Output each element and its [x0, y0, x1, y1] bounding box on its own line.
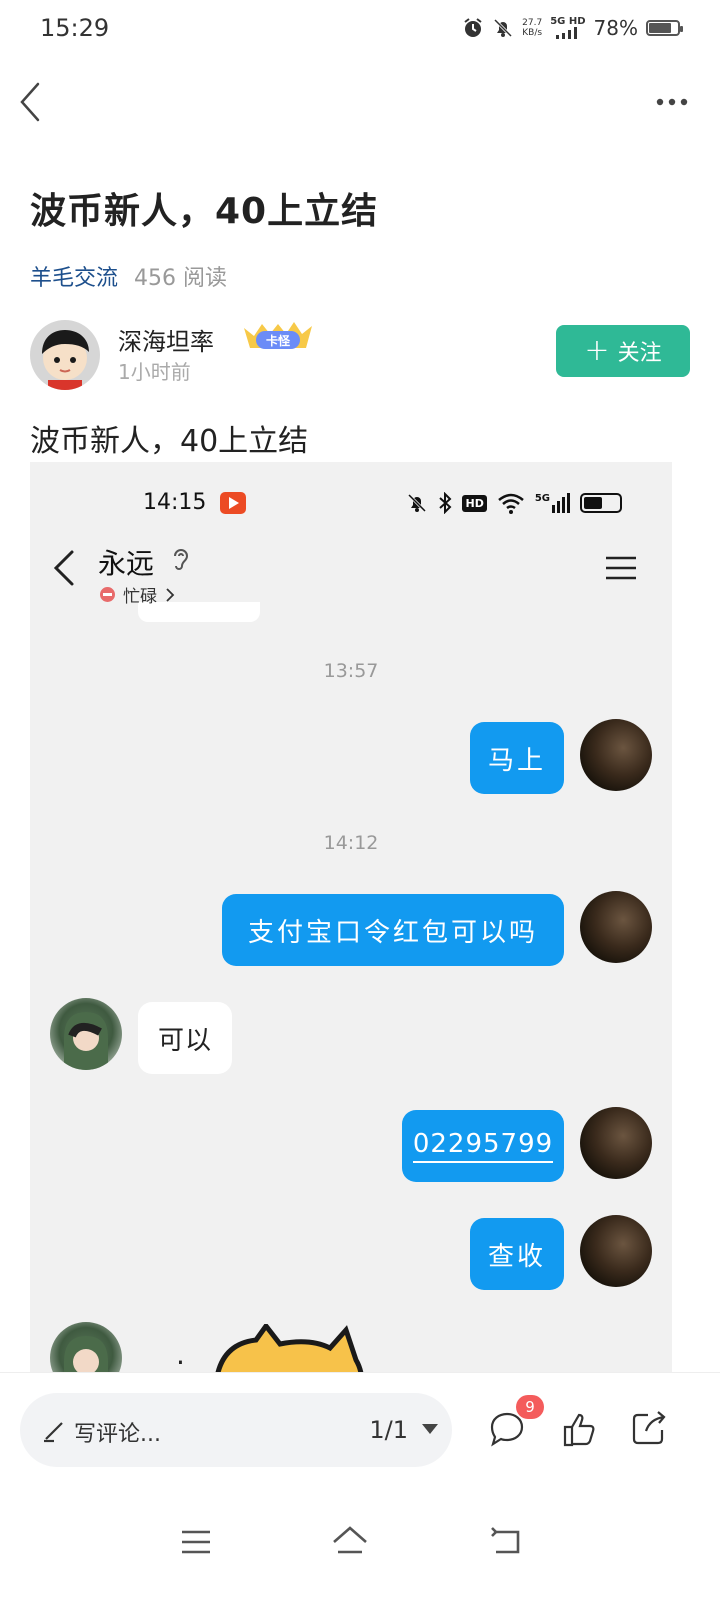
message-bubble: 查收 [470, 1218, 564, 1290]
wifi-icon [498, 493, 524, 514]
status-icons: 27.7 KB/s 5G HD 78% [462, 14, 683, 42]
follow-button[interactable]: + 关注 [556, 325, 690, 377]
article-meta: 羊毛交流 456 阅读 [30, 260, 227, 292]
bluetooth-icon [439, 492, 452, 514]
contact-name: 永远 [98, 547, 155, 580]
read-count: 456 阅读 [134, 266, 228, 291]
ear-icon [174, 549, 189, 570]
shot-signal: 5G [535, 493, 570, 513]
shot-battery-icon [580, 493, 622, 513]
cat-sticker [215, 1324, 364, 1372]
mute-bell-icon [494, 18, 513, 38]
share-icon[interactable] [628, 1409, 668, 1449]
category-link[interactable]: 羊毛交流 [30, 266, 118, 291]
author-avatar[interactable] [30, 320, 100, 390]
back-icon[interactable] [14, 80, 54, 124]
system-nav-bar [0, 1482, 720, 1612]
alarm-icon [464, 18, 482, 37]
message-bubble: 可以 [138, 1002, 232, 1074]
comment-placeholder: 写评论... [74, 1422, 161, 1447]
like-icon[interactable] [560, 1409, 600, 1449]
shot-hd-label: HD [462, 494, 487, 512]
page-indicator[interactable]: 1/1 [369, 1416, 408, 1444]
chevron-down-icon[interactable] [422, 1424, 438, 1434]
author-name[interactable]: 深海坦率 [118, 322, 214, 357]
menu-icon[interactable] [176, 1522, 216, 1562]
timestamp: 14:12 [323, 832, 379, 854]
follow-label: 关注 [617, 341, 662, 366]
my-avatar [580, 1107, 652, 1179]
battery-icon [646, 20, 683, 36]
comment-bar: 写评论... 1/1 9 [0, 1372, 720, 1482]
message-bubble: 马上 [470, 722, 564, 794]
signal-indicator: 5G HD [550, 17, 586, 39]
video-app-icon [220, 492, 246, 514]
pencil-icon [44, 1422, 63, 1443]
chevron-right-icon [166, 587, 175, 602]
my-avatar [580, 891, 652, 963]
post-time: 1小时前 [118, 360, 191, 384]
author-badge-label: 卡怪 [266, 333, 291, 348]
article-image[interactable]: 14:15 HD 5G 永远 忙碌 13:57 马上 14:12 支付宝口令红包… [30, 462, 672, 1372]
friend-avatar [50, 998, 122, 1070]
shot-status-time: 14:15 [143, 490, 207, 515]
chat-back-icon [53, 550, 74, 586]
contact-status: 忙碌 [100, 582, 175, 607]
article-body: 波币新人，40上立结 [30, 424, 309, 459]
shot-signal-label: 5G [534, 493, 550, 504]
more-icon[interactable] [654, 92, 694, 112]
my-avatar [580, 719, 652, 791]
friend-avatar [50, 1322, 122, 1372]
timestamp: 13:57 [323, 660, 379, 682]
signal-bars-icon [555, 27, 577, 39]
battery-percent: 78% [593, 16, 638, 40]
signal-bars-icon [552, 493, 570, 513]
comment-input[interactable]: 写评论... 1/1 [20, 1393, 452, 1467]
plus-icon: + [584, 333, 610, 368]
shot-status-icons: HD 5G [406, 492, 622, 514]
return-icon[interactable] [486, 1522, 526, 1562]
chat-menu-icon [606, 556, 636, 580]
my-avatar [580, 1215, 652, 1287]
message-bubble: 02295799 [402, 1110, 564, 1182]
status-bar: 15:29 27.7 KB/s 5G HD 78% [0, 0, 720, 56]
comment-count-badge: 9 [516, 1395, 544, 1419]
author-row: 深海坦率 卡怪 1小时前 + 关注 [30, 318, 690, 394]
mute-bell-icon [408, 493, 427, 513]
home-icon[interactable] [330, 1522, 370, 1562]
article-title: 波币新人，40上立结 [30, 191, 379, 232]
status-time: 15:29 [40, 14, 110, 42]
message-bubble: 支付宝口令红包可以吗 [222, 894, 564, 966]
author-badge: 卡怪 [240, 322, 316, 354]
net-speed: 27.7 KB/s [522, 18, 543, 38]
busy-icon [100, 587, 115, 602]
